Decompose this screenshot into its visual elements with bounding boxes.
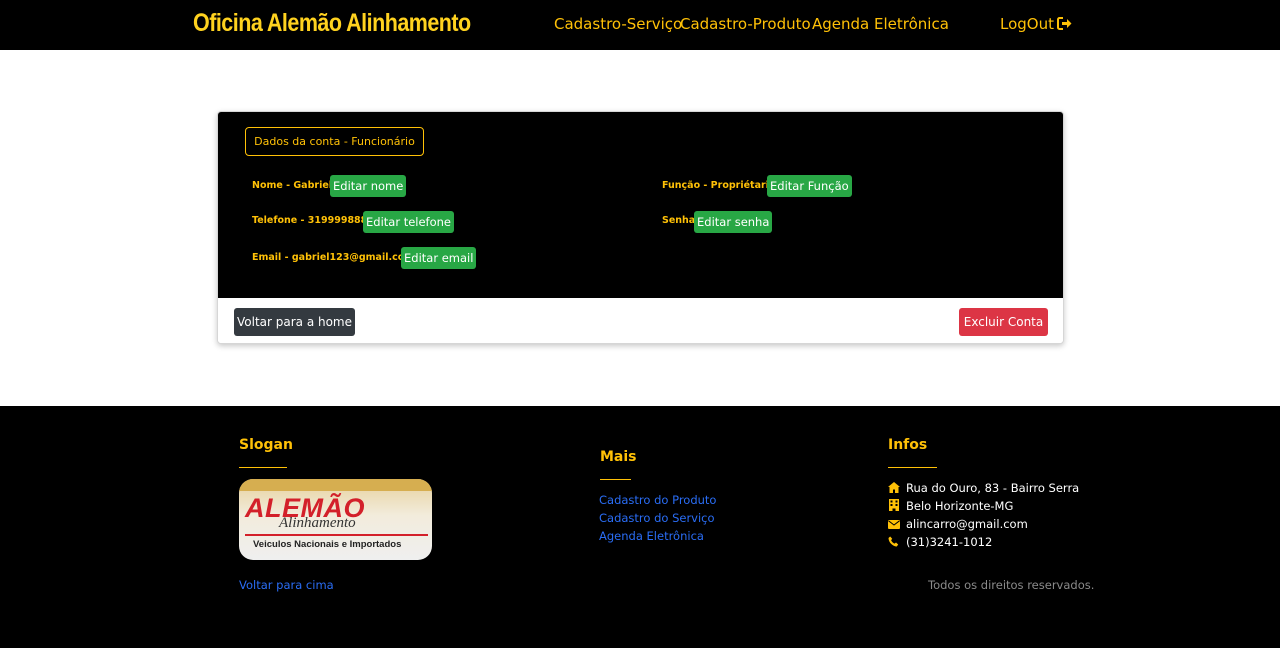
info-phone: (31)3241-1012 bbox=[888, 535, 992, 549]
envelope-icon bbox=[888, 520, 900, 529]
sign-out-icon bbox=[1057, 17, 1072, 30]
more-divider bbox=[600, 479, 631, 480]
name-label: Nome - Gabriel bbox=[252, 180, 333, 191]
account-card: Dados da conta - Funcionário Nome - Gabr… bbox=[217, 111, 1064, 344]
edit-phone-button[interactable]: Editar telefone bbox=[363, 211, 455, 233]
phone-label: Telefone - 3199998888 bbox=[252, 215, 374, 226]
rights-text: Todos os direitos reservados. bbox=[928, 578, 1095, 592]
info-email-text: alincarro@gmail.com bbox=[906, 517, 1028, 531]
footer-link-agenda-eletronica[interactable]: Agenda Eletrônica bbox=[599, 529, 704, 543]
logo-sub-text: Alinhamento bbox=[279, 515, 356, 531]
top-navbar: Oficina Alemão Alinhamento Cadastro-Serv… bbox=[0, 0, 1280, 50]
page-footer: Slogan ALEMÃO Alinhamento Veiculos Nacio… bbox=[0, 406, 1280, 648]
logo-tagline: Veiculos Nacionais e Importados bbox=[253, 539, 402, 550]
nav-cadastro-servico[interactable]: Cadastro-Serviço bbox=[554, 15, 682, 33]
more-heading: Mais bbox=[600, 449, 637, 465]
nav-cadastro-produto[interactable]: Cadastro-Produto bbox=[680, 15, 811, 33]
slogan-divider bbox=[239, 467, 287, 468]
company-logo: ALEMÃO Alinhamento Veiculos Nacionais e … bbox=[239, 479, 432, 560]
edit-email-button[interactable]: Editar email bbox=[401, 247, 477, 269]
info-city-text: Belo Horizonte-MG bbox=[906, 499, 1014, 513]
home-icon bbox=[888, 482, 900, 493]
account-legend: Dados da conta - Funcionário bbox=[245, 127, 424, 156]
slogan-heading: Slogan bbox=[239, 437, 293, 453]
info-address-text: Rua do Ouro, 83 - Bairro Serra bbox=[906, 481, 1080, 495]
account-card-footer: Voltar para a home Excluir Conta bbox=[218, 298, 1063, 343]
infos-heading: Infos bbox=[888, 437, 928, 453]
info-phone-text: (31)3241-1012 bbox=[906, 535, 993, 549]
back-home-button[interactable]: Voltar para a home bbox=[234, 308, 355, 336]
info-email: alincarro@gmail.com bbox=[888, 517, 1028, 531]
logo-top-band bbox=[239, 479, 432, 491]
footer-link-cadastro-servico[interactable]: Cadastro do Serviço bbox=[599, 511, 715, 525]
nav-agenda-eletronica[interactable]: Agenda Eletrônica bbox=[812, 15, 949, 33]
delete-account-button[interactable]: Excluir Conta bbox=[959, 308, 1048, 336]
role-label: Função - Propriétario bbox=[662, 180, 776, 191]
account-card-body: Dados da conta - Funcionário Nome - Gabr… bbox=[218, 112, 1063, 298]
logout-label: LogOut bbox=[1000, 15, 1054, 33]
building-icon bbox=[889, 499, 899, 511]
logo-divider bbox=[245, 534, 428, 536]
back-to-top-link[interactable]: Voltar para cima bbox=[239, 578, 334, 592]
email-label: Email - gabriel123@gmail.com bbox=[252, 252, 415, 263]
edit-password-button[interactable]: Editar senha bbox=[694, 211, 773, 233]
edit-role-button[interactable]: Editar Função bbox=[767, 175, 852, 197]
brand-title[interactable]: Oficina Alemão Alinhamento bbox=[193, 9, 471, 38]
info-address: Rua do Ouro, 83 - Bairro Serra bbox=[888, 481, 1079, 495]
phone-icon bbox=[888, 536, 899, 547]
logout-link[interactable]: LogOut bbox=[1000, 15, 1072, 33]
footer-link-cadastro-produto[interactable]: Cadastro do Produto bbox=[599, 493, 716, 507]
info-city: Belo Horizonte-MG bbox=[888, 499, 1013, 513]
edit-name-button[interactable]: Editar nome bbox=[330, 175, 407, 197]
password-label: Senha bbox=[662, 215, 696, 226]
infos-divider bbox=[888, 467, 937, 468]
